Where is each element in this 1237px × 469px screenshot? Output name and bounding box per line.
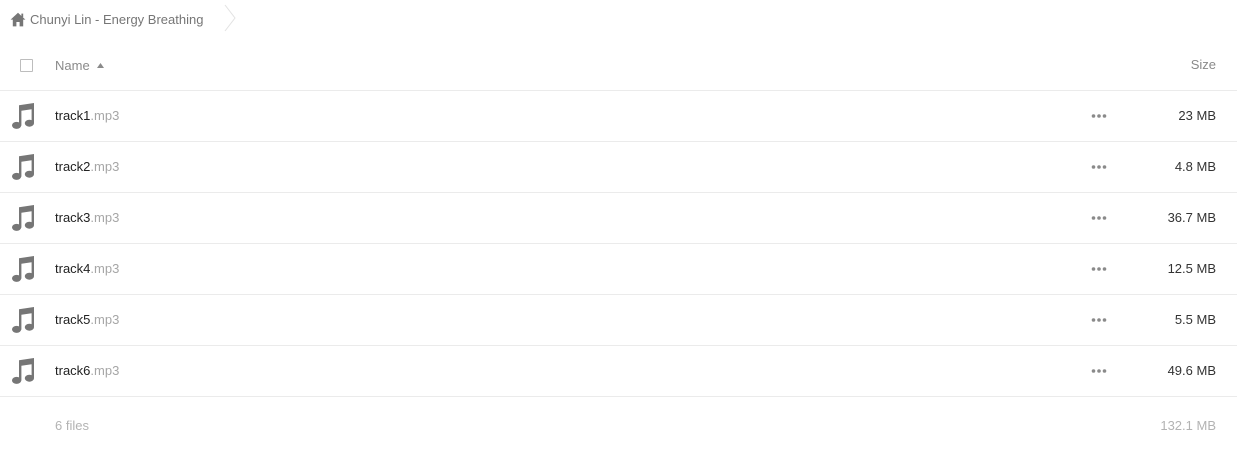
- more-actions-button[interactable]: [1088, 161, 1110, 173]
- file-name[interactable]: track1.mp3: [55, 108, 119, 123]
- file-size: 12.5 MB: [1167, 261, 1216, 276]
- file-size: 49.6 MB: [1167, 363, 1216, 378]
- file-extension: .mp3: [90, 159, 120, 174]
- breadcrumb-folder[interactable]: Chunyi Lin - Energy Breathing: [10, 9, 203, 29]
- file-name[interactable]: track3.mp3: [55, 210, 119, 225]
- file-row[interactable]: track4.mp3 12.5 MB: [0, 244, 1237, 295]
- file-size: 4.8 MB: [1174, 159, 1216, 174]
- file-extension: .mp3: [90, 261, 120, 276]
- file-basename: track2: [55, 159, 91, 174]
- more-dots-icon: [1091, 165, 1107, 169]
- music-note-icon: [12, 103, 34, 129]
- music-note-icon: [12, 154, 34, 180]
- file-basename: track1: [55, 108, 91, 123]
- music-note-icon: [12, 256, 34, 282]
- file-name[interactable]: track4.mp3: [55, 261, 119, 276]
- file-row[interactable]: track3.mp3 36.7 MB: [0, 193, 1237, 244]
- file-list: track1.mp3 23 MB track2.mp3 4.8 MB track…: [0, 91, 1237, 397]
- more-actions-button[interactable]: [1088, 110, 1110, 122]
- file-basename: track6: [55, 363, 91, 378]
- more-dots-icon: [1091, 216, 1107, 220]
- file-extension: .mp3: [90, 108, 120, 123]
- file-name[interactable]: track5.mp3: [55, 312, 119, 327]
- home-icon: [10, 12, 26, 26]
- file-name[interactable]: track2.mp3: [55, 159, 119, 174]
- file-size: 36.7 MB: [1167, 210, 1216, 225]
- file-size: 5.5 MB: [1174, 312, 1216, 327]
- sort-ascending-icon: [96, 62, 104, 68]
- more-dots-icon: [1091, 369, 1107, 373]
- size-column-header[interactable]: Size: [1191, 57, 1216, 72]
- file-row[interactable]: track2.mp3 4.8 MB: [0, 142, 1237, 193]
- file-row[interactable]: track6.mp3 49.6 MB: [0, 346, 1237, 397]
- breadcrumb: Chunyi Lin - Energy Breathing: [0, 0, 1237, 36]
- file-extension: .mp3: [90, 363, 120, 378]
- file-basename: track4: [55, 261, 91, 276]
- total-size: 132.1 MB: [1160, 418, 1216, 433]
- files-app: Chunyi Lin - Energy Breathing Name Size …: [0, 0, 1237, 469]
- file-basename: track3: [55, 210, 91, 225]
- file-extension: .mp3: [90, 312, 120, 327]
- name-column-header: Name: [55, 57, 90, 73]
- select-all-checkbox[interactable]: [20, 59, 33, 72]
- file-count: 6 files: [55, 418, 89, 433]
- music-note-icon: [12, 205, 34, 231]
- file-name[interactable]: track6.mp3: [55, 363, 119, 378]
- file-row[interactable]: track5.mp3 5.5 MB: [0, 295, 1237, 346]
- more-actions-button[interactable]: [1088, 212, 1110, 224]
- more-dots-icon: [1091, 318, 1107, 322]
- more-dots-icon: [1091, 114, 1107, 118]
- more-actions-button[interactable]: [1088, 263, 1110, 275]
- music-note-icon: [12, 307, 34, 333]
- file-list-summary: 6 files 132.1 MB: [0, 416, 1237, 438]
- more-actions-button[interactable]: [1088, 314, 1110, 326]
- sort-by-name-button[interactable]: Name: [55, 57, 104, 73]
- more-actions-button[interactable]: [1088, 365, 1110, 377]
- breadcrumb-separator-chevron-icon: [224, 4, 236, 32]
- file-extension: .mp3: [90, 210, 120, 225]
- file-basename: track5: [55, 312, 91, 327]
- breadcrumb-folder-label: Chunyi Lin - Energy Breathing: [30, 11, 204, 27]
- more-dots-icon: [1091, 267, 1107, 271]
- file-row[interactable]: track1.mp3 23 MB: [0, 91, 1237, 142]
- music-note-icon: [12, 358, 34, 384]
- file-size: 23 MB: [1178, 108, 1216, 123]
- file-list-header: Name Size: [0, 40, 1237, 91]
